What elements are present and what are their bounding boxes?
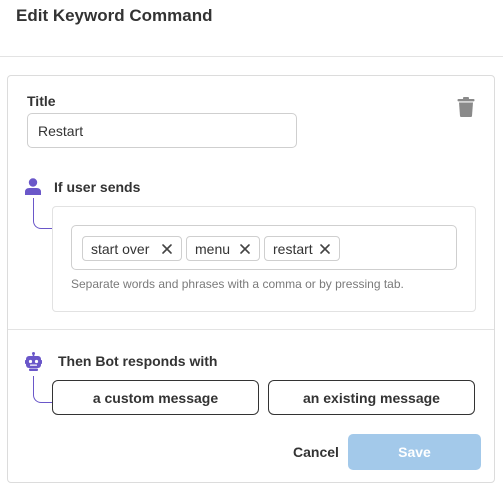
title-input[interactable] — [27, 113, 297, 148]
keywords-helper-text: Separate words and phrases with a comma … — [71, 277, 404, 291]
close-icon[interactable] — [319, 243, 331, 255]
save-button[interactable]: Save — [348, 434, 481, 470]
title-label: Title — [27, 93, 56, 109]
bot-icon — [25, 352, 42, 371]
response-connector — [33, 376, 52, 403]
keyword-command-card: Title If user sends start over menu — [7, 75, 495, 483]
user-icon — [25, 178, 41, 195]
keyword-tag: start over — [82, 236, 182, 261]
keyword-tag-label: start over — [91, 240, 150, 257]
keyword-tag-label: restart — [273, 240, 313, 257]
trash-icon[interactable] — [457, 97, 475, 117]
custom-message-button[interactable]: a custom message — [52, 380, 259, 415]
keywords-panel: start over menu restart Separate words a… — [52, 206, 476, 312]
close-icon[interactable] — [239, 243, 251, 255]
section-divider — [8, 329, 494, 330]
keyword-tag-label: menu — [195, 240, 231, 257]
bot-responds-label: Then Bot responds with — [58, 353, 218, 369]
if-user-sends-label: If user sends — [54, 179, 141, 195]
close-icon[interactable] — [161, 243, 173, 255]
dialog-title: Edit Keyword Command — [16, 6, 213, 25]
dialog-header: Edit Keyword Command — [0, 0, 503, 57]
keyword-tag: restart — [264, 236, 340, 261]
existing-message-button[interactable]: an existing message — [268, 380, 475, 415]
keyword-tag: menu — [186, 236, 260, 261]
cancel-button[interactable]: Cancel — [286, 434, 346, 470]
keyword-tag-input[interactable]: start over menu restart — [71, 225, 457, 270]
trigger-connector — [33, 198, 52, 229]
